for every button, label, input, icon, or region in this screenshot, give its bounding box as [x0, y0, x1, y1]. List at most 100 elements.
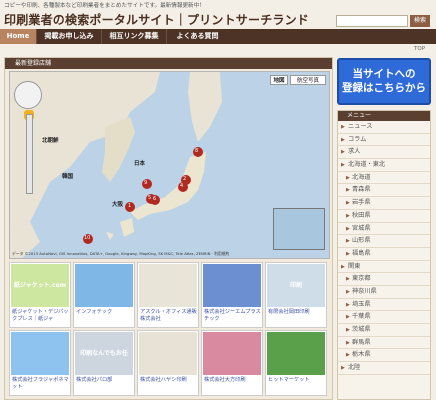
sidebar-subitem[interactable]: ▶ 福島県 [338, 248, 430, 261]
listing-card[interactable]: ヒットマーケット [265, 330, 327, 396]
sidebar-title: メニュー [338, 111, 430, 121]
sidebar-item[interactable]: ▶ 求人 [338, 146, 430, 160]
sidebar-item[interactable]: ▶ 北海道・東北 [338, 159, 430, 172]
listing-caption[interactable]: 株式会社フラジャポネマット [12, 377, 70, 390]
listing-thumbnail[interactable]: 印刷なんでもお任せ！ [75, 332, 133, 375]
sidebar-subitem[interactable]: ▶ 埼玉県 [338, 299, 430, 312]
listing-card[interactable]: 紙ジャケット.com 紙ジャケット・デジパックプレス｜紙ジャ [9, 262, 71, 328]
sidebar-list: ▶ ニュース ▶ コラム ▶ 求人 ▶ 北海道・東北 ▶ 北海道 ▶ 青森県 ▶ 岩手県 ▶ 秋田県 ▶ 宮城県 ▶… [338, 121, 430, 375]
listing-caption[interactable]: 株式会社ハヤシ印刷 [140, 377, 198, 384]
listing-caption[interactable]: 紙ジャケット・デジパックプレス｜紙ジャ [12, 309, 70, 322]
chevron-right-icon: ▶ [346, 200, 350, 207]
sidebar-subitem[interactable]: ▶ 北海道 [338, 172, 430, 185]
chevron-right-icon: ▶ [346, 352, 350, 359]
chevron-right-icon: ▶ [341, 162, 345, 169]
sidebar-subitem[interactable]: ▶ 神奈川県 [338, 286, 430, 299]
site-title[interactable]: 印刷業者の検索ポータルサイト｜プリントサーチランド [4, 11, 309, 28]
chevron-right-icon: ▶ [346, 276, 350, 283]
sidebar-item-label: 栃木県 [352, 351, 371, 359]
sidebar-item[interactable]: ▶ コラム [338, 134, 430, 147]
chevron-right-icon: ▶ [341, 149, 345, 156]
sidebar-subitem[interactable]: ▶ 山形県 [338, 235, 430, 248]
chevron-right-icon: ▶ [346, 301, 350, 308]
marker-label-6: 6 [153, 196, 157, 202]
main-panel: 最新登録店舗 地図 航空写真 北朝鮮 韓国 日本 大阪 9 5 8 4 2 6 … [4, 57, 333, 400]
page: コピーや印刷、各種製本など印刷業者をまとめたサイトです。最新情報更新中！ 印刷業… [0, 0, 436, 400]
sidebar-item-label: 北海道・東北 [348, 161, 386, 169]
nav-faq[interactable]: よくある質問 [166, 29, 228, 44]
listing-thumbnail[interactable] [203, 332, 261, 375]
listing-card[interactable]: 株式会社ハヤシ印刷 [137, 330, 199, 396]
listing-thumbnail[interactable] [203, 264, 261, 307]
listing-caption[interactable]: 株式会社ジーエムプラスチック [204, 309, 262, 322]
sidebar-item[interactable]: ▶ 関東 [338, 261, 430, 274]
listing-thumbnail[interactable]: 紙ジャケット.com [11, 264, 69, 307]
sidebar-subitem[interactable]: ▶ 秋田県 [338, 210, 430, 223]
listing-thumbnail[interactable] [11, 332, 69, 375]
map-overview-inset[interactable] [273, 208, 325, 250]
sidebar-item-label: コラム [348, 135, 367, 143]
listing-thumbnail[interactable] [267, 332, 325, 375]
sidebar-item[interactable]: ▶ 北陸 [338, 362, 430, 375]
sidebar-item-label: 茨城県 [352, 326, 371, 333]
sidebar-subitem[interactable]: ▶ 宮城県 [338, 223, 430, 236]
sidebar-subitem[interactable]: ▶ 千葉県 [338, 311, 430, 324]
sidebar-subitem[interactable]: ▶ 岩手県 [338, 197, 430, 210]
sidebar-item-label: 山形県 [352, 237, 371, 245]
listing-card[interactable]: 印刷なんでもお任せ！ 株式会社パロ部 [73, 330, 135, 396]
listing-card[interactable]: インフォテック [73, 262, 135, 328]
sidebar-item-label: 北陸 [348, 364, 361, 372]
chevron-right-icon: ▶ [341, 136, 345, 143]
chevron-right-icon: ▶ [346, 314, 350, 321]
nav-apply[interactable]: 掲載お申し込み [36, 29, 101, 44]
listing-thumbnail[interactable] [75, 264, 133, 307]
marker-label-4: 4 [180, 183, 184, 189]
listing-card[interactable]: 株式会社ジーエムプラスチック [201, 262, 263, 328]
listing-thumbnail[interactable]: 印刷 [267, 264, 325, 307]
listing-thumbnail[interactable] [139, 264, 197, 307]
listing-caption[interactable]: アスクル・オフィス通販株式会社 [140, 309, 198, 322]
sidebar-item-label: 千葉県 [352, 313, 371, 321]
chevron-right-icon: ▶ [346, 174, 350, 181]
sidebar-subitem[interactable]: ▶ 東京都 [338, 273, 430, 286]
sidebar-item-label: 群馬県 [352, 338, 371, 346]
register-button[interactable]: 当サイトへの 登録はこちらから [337, 58, 431, 105]
listing-caption[interactable]: ヒットマーケット [268, 377, 326, 384]
marker-label-1: 1 [128, 203, 132, 209]
search-button[interactable]: 検索 [410, 15, 430, 27]
chevron-right-icon: ▶ [346, 339, 350, 346]
listing-card[interactable]: アスクル・オフィス通販株式会社 [137, 262, 199, 328]
nav-link-exchange[interactable]: 相互リンク募集 [101, 29, 166, 44]
sidebar-item-label: 求人 [348, 148, 361, 156]
sidebar-item-label: 埼玉県 [352, 300, 371, 308]
chevron-right-icon: ▶ [346, 238, 350, 245]
top-link[interactable]: TOP [414, 46, 425, 52]
chevron-right-icon: ▶ [346, 288, 350, 295]
sidebar-subitem[interactable]: ▶ 青森県 [338, 184, 430, 198]
listing-card[interactable]: 印刷有限会社岡田印刷 [265, 262, 327, 328]
listing-card[interactable]: 株式会社フラジャポネマット [9, 330, 71, 396]
search-input[interactable] [336, 15, 408, 27]
sidebar-item[interactable]: ▶ ニュース [338, 121, 430, 134]
listing-thumbnail[interactable] [139, 332, 197, 375]
sidebar-item-label: 宮城県 [352, 224, 371, 232]
chevron-right-icon: ▶ [346, 250, 350, 257]
sidebar-subitem[interactable]: ▶ 茨城県 [338, 324, 430, 337]
map-attribution: データ ©2013 AutoNavi, GIS Innovatiios, DAT… [12, 251, 230, 256]
sidebar-subitem[interactable]: ▶ 群馬県 [338, 337, 430, 350]
listing-caption[interactable]: 株式会社大方印刷 [204, 377, 262, 384]
sidebar-item-label: 福島県 [352, 249, 371, 257]
marker-label-5: 5 [148, 195, 152, 201]
sidebar-subitem[interactable]: ▶ 栃木県 [338, 349, 430, 363]
nav-home[interactable]: Home [0, 29, 36, 44]
map[interactable]: 地図 航空写真 北朝鮮 韓国 日本 大阪 9 5 8 4 2 6 1 10 デー… [9, 71, 330, 259]
listing-caption[interactable]: 株式会社パロ部 [76, 377, 134, 384]
chevron-right-icon: ▶ [346, 327, 350, 333]
marker-label-9: 9 [144, 180, 148, 186]
listing-caption[interactable]: インフォテック [76, 309, 134, 316]
listing-caption[interactable]: 有限会社岡田印刷 [268, 309, 326, 316]
sidebar-item-label: 青森県 [352, 186, 371, 194]
listing-card[interactable]: 株式会社大方印刷 [201, 330, 263, 396]
chevron-right-icon: ▶ [341, 124, 345, 130]
chevron-right-icon: ▶ [346, 225, 350, 232]
